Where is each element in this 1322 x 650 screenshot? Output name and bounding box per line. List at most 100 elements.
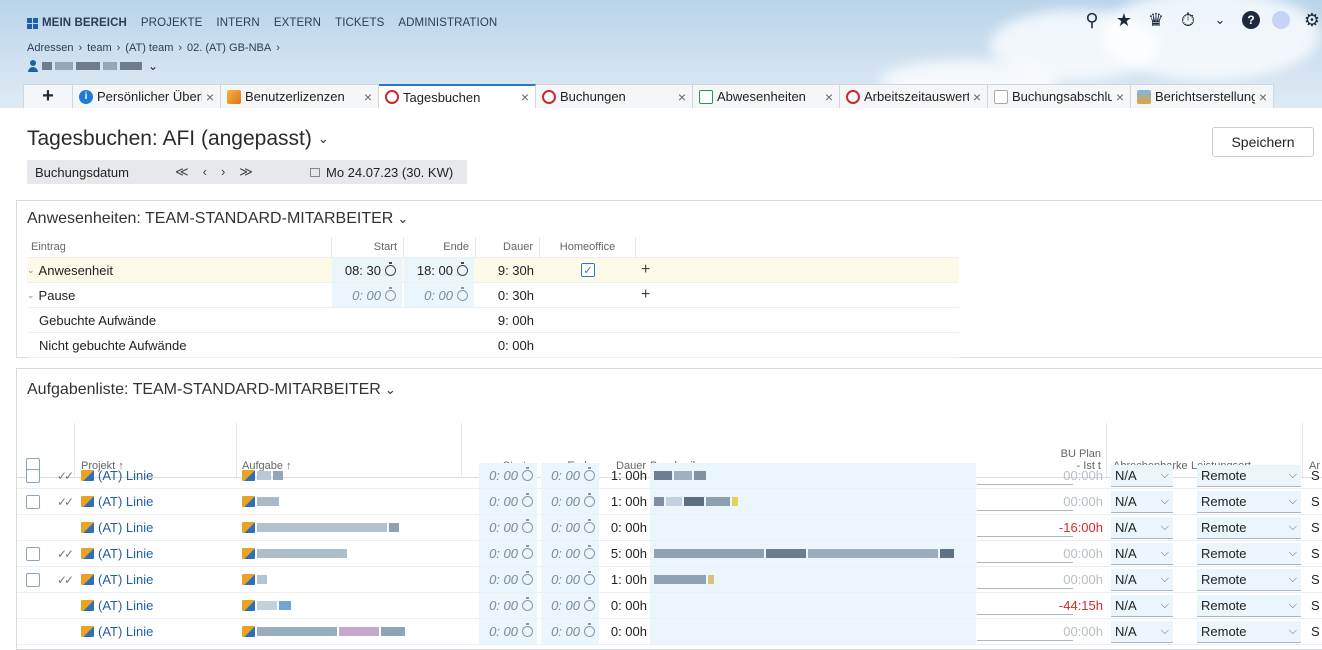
project-link[interactable]: (AT) Linie bbox=[81, 567, 153, 592]
page-title[interactable]: Tagesbuchen: AFI (angepasst) ⌄ bbox=[27, 127, 329, 151]
close-icon[interactable]: × bbox=[825, 89, 833, 105]
nav-mein-bereich[interactable]: MEIN BEREICH bbox=[27, 17, 127, 29]
tab-abwesenheiten[interactable]: Abwesenheiten × bbox=[693, 84, 840, 108]
close-icon[interactable]: × bbox=[1116, 89, 1124, 105]
billable-select[interactable]: N/A ⌵ bbox=[1111, 517, 1173, 539]
end-time-input[interactable]: 0: 00 bbox=[541, 567, 599, 592]
stopwatch-icon[interactable] bbox=[584, 571, 595, 585]
stopwatch-icon[interactable] bbox=[457, 261, 468, 276]
description-input[interactable] bbox=[650, 489, 976, 514]
blurred-task-name[interactable] bbox=[242, 463, 283, 488]
blurred-task-name[interactable] bbox=[242, 619, 405, 644]
close-icon[interactable]: × bbox=[521, 89, 529, 105]
end-time-input[interactable]: 0: 00 bbox=[541, 515, 599, 540]
task-list-title[interactable]: Aufgabenliste: TEAM-STANDARD-MITARBEITER… bbox=[27, 381, 396, 399]
description-input[interactable] bbox=[650, 515, 976, 540]
tab-tagesbuchen[interactable]: Tagesbuchen × bbox=[379, 84, 536, 108]
extra-cell[interactable]: S bbox=[1311, 489, 1322, 514]
nav-administration[interactable]: ADMINISTRATION bbox=[398, 17, 497, 29]
stopwatch-icon[interactable] bbox=[385, 286, 396, 301]
row-checkbox[interactable] bbox=[26, 468, 40, 483]
stopwatch-icon[interactable] bbox=[522, 467, 533, 481]
stopwatch-icon[interactable] bbox=[584, 623, 595, 637]
close-icon[interactable]: × bbox=[364, 89, 372, 105]
expand-icon[interactable]: ⌄ bbox=[27, 290, 35, 301]
row-checkbox[interactable] bbox=[26, 572, 40, 587]
tab-arbeitszeitauswertung[interactable]: Arbeitszeitauswertung × bbox=[840, 84, 988, 108]
attendance-title[interactable]: Anwesenheiten: TEAM-STANDARD-MITARBEITER… bbox=[27, 210, 408, 228]
expand-icon[interactable]: ⌄ bbox=[27, 265, 35, 276]
blurred-task-name[interactable] bbox=[242, 541, 347, 566]
stopwatch-icon[interactable] bbox=[584, 597, 595, 611]
blurred-task-name[interactable] bbox=[242, 567, 267, 592]
user-avatar[interactable] bbox=[1272, 11, 1290, 29]
billable-select[interactable]: N/A ⌵ bbox=[1111, 543, 1173, 565]
stopwatch-icon[interactable] bbox=[522, 493, 533, 507]
stopwatch-icon[interactable] bbox=[584, 493, 595, 507]
breadcrumb-item[interactable]: 02. (AT) GB-NBA bbox=[187, 42, 271, 54]
project-link[interactable]: (AT) Linie bbox=[81, 463, 153, 488]
tab-persoenlicher-ueberblick[interactable]: i Persönlicher Überblick × bbox=[73, 84, 221, 108]
row-checkbox[interactable] bbox=[26, 494, 40, 509]
breadcrumb-item[interactable]: team bbox=[87, 42, 111, 54]
row-checkbox[interactable] bbox=[26, 546, 40, 561]
description-input[interactable] bbox=[650, 593, 976, 618]
project-link[interactable]: (AT) Linie bbox=[81, 489, 153, 514]
blurred-task-name[interactable] bbox=[242, 515, 399, 540]
end-time-input[interactable]: 0: 00 bbox=[541, 619, 599, 644]
location-select[interactable]: Remote ⌵ bbox=[1197, 569, 1301, 591]
start-time-input[interactable]: 0: 00 bbox=[479, 619, 537, 644]
stopwatch-icon[interactable] bbox=[522, 623, 533, 637]
tab-buchungen[interactable]: Buchungen × bbox=[536, 84, 693, 108]
homeoffice-checkbox[interactable]: ✓ bbox=[581, 263, 595, 277]
close-icon[interactable]: × bbox=[973, 89, 981, 105]
location-select[interactable]: Remote ⌵ bbox=[1197, 595, 1301, 617]
star-icon[interactable]: ★ bbox=[1114, 10, 1134, 30]
gear-icon[interactable]: ⚙ bbox=[1302, 10, 1322, 30]
location-select[interactable]: Remote ⌵ bbox=[1197, 491, 1301, 513]
billable-select[interactable]: N/A ⌵ bbox=[1111, 491, 1173, 513]
description-input[interactable] bbox=[650, 541, 976, 566]
start-time-input[interactable]: 0: 00 bbox=[479, 489, 537, 514]
prev-day-button[interactable]: ‹ bbox=[203, 164, 207, 180]
description-input[interactable] bbox=[650, 567, 976, 592]
search-icon[interactable]: ⚲ bbox=[1082, 10, 1102, 30]
location-select[interactable]: Remote ⌵ bbox=[1197, 621, 1301, 643]
stopwatch-icon[interactable] bbox=[584, 467, 595, 481]
bell-icon[interactable]: ♛ bbox=[1146, 10, 1166, 30]
blurred-task-name[interactable] bbox=[242, 489, 279, 514]
project-link[interactable]: (AT) Linie bbox=[81, 515, 153, 540]
start-time-input[interactable]: 0: 00 bbox=[479, 541, 537, 566]
stopwatch-icon[interactable] bbox=[522, 519, 533, 533]
extra-cell[interactable]: S bbox=[1311, 619, 1322, 644]
nav-tickets[interactable]: TICKETS bbox=[335, 17, 384, 29]
stopwatch-icon[interactable]: ⏱ bbox=[1178, 10, 1198, 30]
end-time-input[interactable]: 18: 00 bbox=[404, 258, 474, 282]
stopwatch-icon[interactable] bbox=[522, 571, 533, 585]
end-time-input[interactable]: 0: 00 bbox=[541, 463, 599, 488]
start-time-input[interactable]: 08: 30 bbox=[332, 258, 402, 282]
billable-select[interactable]: N/A ⌵ bbox=[1111, 569, 1173, 591]
add-entry-button[interactable]: + bbox=[641, 258, 661, 282]
breadcrumb-item[interactable]: (AT) team bbox=[125, 42, 173, 54]
extra-cell[interactable]: S bbox=[1311, 567, 1322, 592]
end-time-input[interactable]: 0: 00 bbox=[541, 541, 599, 566]
stopwatch-icon[interactable] bbox=[385, 261, 396, 276]
billable-select[interactable]: N/A ⌵ bbox=[1111, 465, 1173, 487]
start-time-input[interactable]: 0: 00 bbox=[332, 283, 402, 307]
start-time-input[interactable]: 0: 00 bbox=[479, 593, 537, 618]
location-select[interactable]: Remote ⌵ bbox=[1197, 465, 1301, 487]
stopwatch-icon[interactable] bbox=[584, 545, 595, 559]
extra-cell[interactable]: S bbox=[1311, 593, 1322, 618]
project-link[interactable]: (AT) Linie bbox=[81, 593, 153, 618]
user-selector[interactable]: ⌄ bbox=[27, 59, 158, 73]
end-time-input[interactable]: 0: 00 bbox=[541, 489, 599, 514]
close-icon[interactable]: × bbox=[1259, 89, 1267, 105]
first-page-button[interactable]: ≪ bbox=[175, 164, 189, 180]
add-tab-button[interactable]: + bbox=[23, 84, 73, 108]
billable-select[interactable]: N/A ⌵ bbox=[1111, 595, 1173, 617]
extra-cell[interactable]: S bbox=[1311, 541, 1322, 566]
chevron-down-icon[interactable]: ⌄ bbox=[1210, 10, 1230, 30]
extra-cell[interactable]: S bbox=[1311, 515, 1322, 540]
add-entry-button[interactable]: + bbox=[641, 283, 661, 307]
